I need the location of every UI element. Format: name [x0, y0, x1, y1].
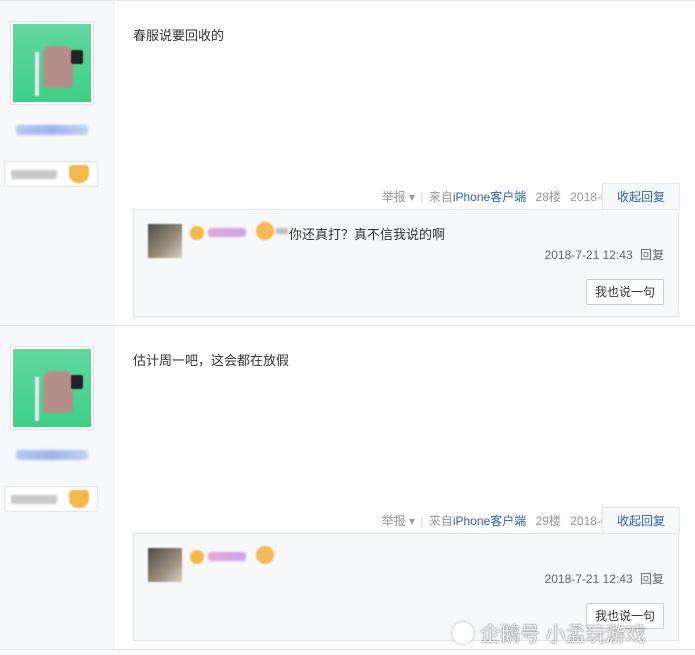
post-floor-29: 估计周一吧，这会都在放假 举报 ▾ | 来自iPhone客户端 29楼 2018…: [0, 325, 695, 650]
post-content: 估计周一吧，这会都在放假: [133, 353, 290, 368]
level-name-blurred: [11, 495, 57, 504]
report-link[interactable]: 举报 ▾: [382, 514, 415, 528]
reply-link[interactable]: 回复: [640, 248, 664, 262]
watermark: 企鹅号 小孟玩游戏: [452, 618, 646, 647]
from-label: 来自: [428, 514, 453, 528]
level-icon: [69, 490, 89, 508]
level-icon: [69, 165, 89, 183]
chevron-down-icon: ▾: [408, 190, 415, 204]
username-blurred[interactable]: [16, 450, 88, 460]
level-badge[interactable]: [4, 161, 98, 187]
reply-meta: 2018-7-21 12:43 回复: [545, 570, 664, 587]
post-floor-28: 春服说要回收的 举报 ▾ | 来自iPhone客户端 28楼 2018-07-2…: [0, 0, 695, 325]
reply-time: 2018-7-21 12:43: [544, 248, 633, 262]
say-something-button[interactable]: 我也说一句: [586, 279, 664, 305]
username-blurred[interactable]: [16, 125, 88, 135]
report-link[interactable]: 举报 ▾: [382, 190, 415, 204]
reply-avatar[interactable]: [148, 548, 182, 582]
avatar[interactable]: [10, 346, 94, 430]
reply-avatar[interactable]: [148, 224, 182, 258]
reply-username-blurred[interactable]: [190, 546, 286, 564]
collapse-replies-button[interactable]: 收起回复: [602, 183, 680, 209]
reply-time: 2018-7-21 12:43: [544, 572, 633, 586]
collapse-replies-button[interactable]: 收起回复: [602, 507, 680, 533]
reply-text: 你还真打？真不信我说的啊: [289, 227, 446, 242]
reply-link[interactable]: 回复: [640, 572, 664, 586]
avatar-image: [13, 24, 91, 102]
client-link[interactable]: iPhone客户端: [453, 190, 526, 204]
client-link[interactable]: iPhone客户端: [453, 514, 526, 528]
from-label: 来自: [428, 190, 453, 204]
reply-meta: 2018-7-21 12:43 回复: [545, 246, 664, 263]
post-content: 春服说要回收的: [133, 28, 225, 43]
level-name-blurred: [11, 170, 57, 179]
floor-number: 29楼: [535, 514, 561, 528]
chevron-down-icon: ▾: [408, 514, 415, 528]
avatar[interactable]: [10, 21, 94, 105]
floor-number: 28楼: [535, 190, 561, 204]
reply-box: 你还真打？真不信我说的啊 2018-7-21 12:43 回复 我也说一句: [133, 209, 679, 317]
reply-username-blurred[interactable]: [190, 222, 288, 240]
author-sidebar: [0, 1, 114, 325]
penguin-logo-icon: [452, 622, 474, 644]
author-sidebar: [0, 326, 114, 649]
level-badge[interactable]: [4, 486, 98, 512]
avatar-image: [13, 349, 91, 427]
